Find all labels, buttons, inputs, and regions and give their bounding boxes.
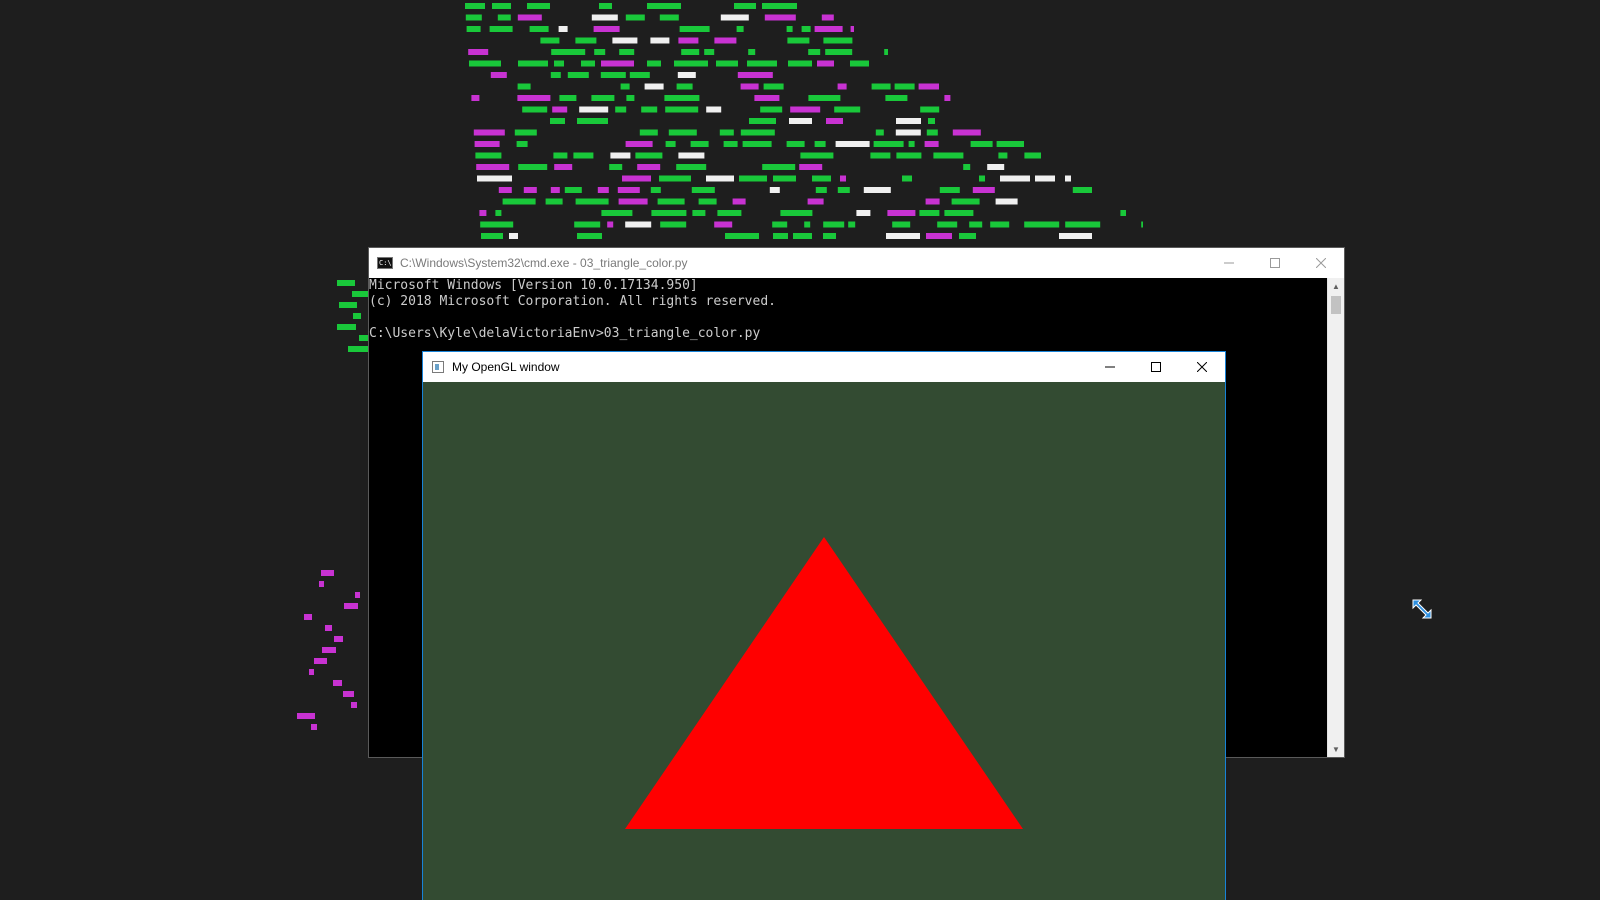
console-line: Microsoft Windows [Version 10.0.17134.95… [369,278,698,293]
opengl-viewport[interactable] [423,382,1225,900]
scroll-up-arrow-icon[interactable]: ▲ [1328,278,1344,294]
cmd-window-controls [1206,248,1344,278]
opengl-maximize-button[interactable] [1133,352,1179,382]
minimize-icon [1224,262,1234,264]
opengl-window-title: My OpenGL window [452,360,560,374]
opengl-canvas [625,537,1023,829]
cmd-minimize-button[interactable] [1206,248,1252,278]
red-triangle [625,537,1023,829]
opengl-window[interactable]: My OpenGL window [422,351,1226,900]
app-window-icon [432,361,444,373]
cmd-titlebar[interactable]: C:\ C:\Windows\System32\cmd.exe - 03_tri… [369,248,1344,278]
cmd-window-title: C:\Windows\System32\cmd.exe - 03_triangl… [400,256,688,270]
scroll-thumb[interactable] [1331,296,1341,314]
move-cursor-icon [1412,599,1432,619]
scroll-down-arrow-icon[interactable]: ▼ [1328,741,1344,757]
close-icon [1197,362,1207,372]
maximize-icon [1270,258,1280,268]
opengl-window-controls [1087,352,1225,382]
console-line: C:\Users\Kyle\delaVictoriaEnv>03_triangl… [369,326,761,341]
cmd-vertical-scrollbar[interactable]: ▲ ▼ [1327,278,1344,757]
close-icon [1316,258,1326,268]
opengl-minimize-button[interactable] [1087,352,1133,382]
desktop: C:\ C:\Windows\System32\cmd.exe - 03_tri… [0,0,1600,900]
opengl-close-button[interactable] [1179,352,1225,382]
maximize-icon [1151,362,1161,372]
cmd-icon: C:\ [377,257,393,269]
cmd-close-button[interactable] [1298,248,1344,278]
cmd-maximize-button[interactable] [1252,248,1298,278]
console-line: (c) 2018 Microsoft Corporation. All righ… [369,294,776,309]
minimize-icon [1105,366,1115,368]
opengl-titlebar[interactable]: My OpenGL window [423,352,1225,382]
